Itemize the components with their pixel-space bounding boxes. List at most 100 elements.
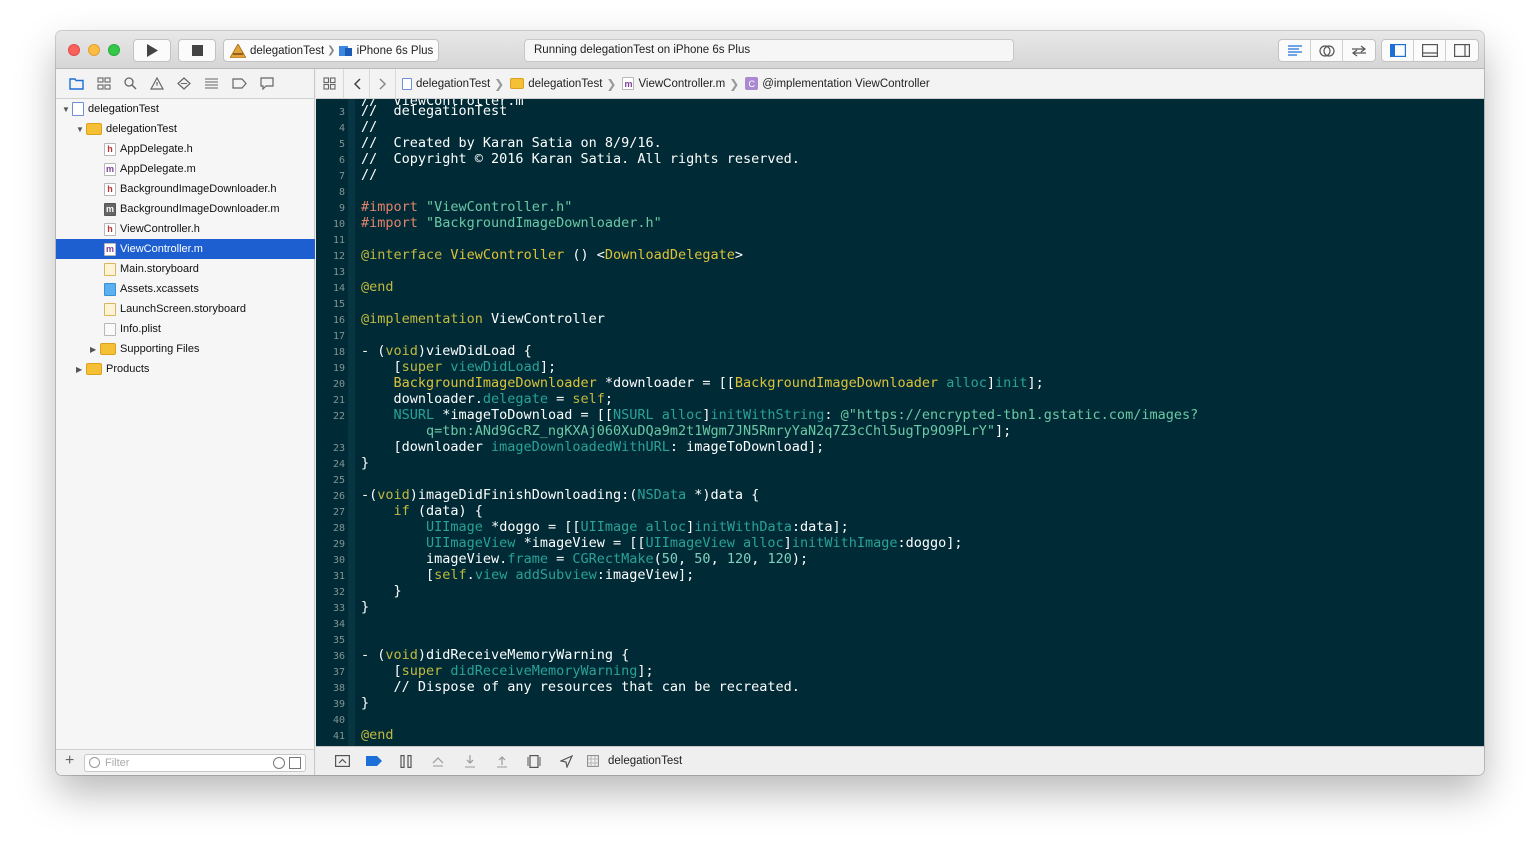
- line-number: 38: [332, 683, 345, 694]
- line-number: 39: [332, 699, 345, 710]
- step-over-icon: [432, 757, 444, 767]
- code-line: q=tbn:ANd9GcRZ_ngKXAj060XuDQa9m2t1Wgm7JN…: [361, 423, 1012, 439]
- disclosure-closed-icon[interactable]: ▶: [90, 345, 100, 354]
- version-editor-button[interactable]: [1343, 40, 1375, 61]
- class-symbol-icon: C: [745, 77, 759, 90]
- file-row[interactable]: Assets.xcassets: [56, 279, 315, 299]
- storyboard-file-icon: [104, 262, 116, 276]
- close-window-button[interactable]: [68, 44, 80, 56]
- related-items-button[interactable]: [316, 68, 344, 99]
- breadcrumb-label: delegationTest: [416, 77, 491, 90]
- code-folding-ribbon[interactable]: [348, 99, 355, 746]
- pause-button[interactable]: [390, 751, 422, 771]
- add-icon[interactable]: +: [65, 752, 74, 770]
- line-number: 18: [332, 347, 345, 358]
- assistant-editor-button[interactable]: [1311, 40, 1343, 61]
- xcode-window: delegationTest ❯ iPhone 6s Plus Running …: [56, 31, 1484, 775]
- navigator-selector-bar: [56, 69, 315, 99]
- run-button[interactable]: [133, 39, 171, 62]
- target-selector-button[interactable]: [582, 751, 604, 771]
- code-line: UIImage *doggo = [[UIImage alloc]initWit…: [426, 519, 849, 535]
- app-target-icon: [230, 43, 246, 58]
- disclosure-open-icon[interactable]: ▼: [76, 125, 86, 134]
- code-line: [super viewDidLoad];: [361, 359, 557, 375]
- line-number: 21: [332, 395, 345, 406]
- test-diamond-icon[interactable]: [177, 77, 191, 90]
- breakpoint-icon[interactable]: [232, 78, 247, 89]
- line-number: 23: [332, 443, 345, 454]
- line-number: 30: [332, 555, 345, 566]
- search-icon[interactable]: [124, 77, 137, 90]
- line-number: 8: [338, 187, 345, 198]
- symbol-navigator-icon[interactable]: [97, 77, 111, 90]
- folder-icon[interactable]: [69, 77, 84, 90]
- project-row[interactable]: ▼ delegationTest: [56, 99, 315, 119]
- code-line: [super didReceiveMemoryWarning];: [361, 663, 654, 679]
- breadcrumb-label: delegationTest: [528, 77, 603, 90]
- go-forward-button[interactable]: [370, 68, 396, 99]
- group-label: Supporting Files: [120, 343, 200, 355]
- line-number: 37: [332, 667, 345, 678]
- file-row-selected[interactable]: m ViewController.m: [56, 239, 315, 259]
- file-row[interactable]: Main.storyboard: [56, 259, 315, 279]
- line-number: 14: [332, 283, 345, 294]
- line-number: 17: [332, 331, 345, 342]
- file-row[interactable]: h ViewController.h: [56, 219, 315, 239]
- step-over-button[interactable]: [422, 751, 454, 771]
- project-navigator: ▼ delegationTest ▼ delegationTest h AppD…: [56, 99, 315, 749]
- toggle-debug-area-button[interactable]: [1414, 40, 1446, 61]
- filter-field[interactable]: Filter: [84, 754, 306, 772]
- file-row[interactable]: h AppDelegate.h: [56, 139, 315, 159]
- code-line: //: [361, 167, 378, 183]
- navigator-filter-bar: + Filter: [56, 749, 315, 775]
- toggle-utilities-button[interactable]: [1446, 40, 1478, 61]
- line-number: 9: [338, 203, 345, 214]
- disclosure-open-icon[interactable]: ▼: [62, 105, 72, 114]
- scheme-selector[interactable]: delegationTest ❯ iPhone 6s Plus: [223, 39, 439, 62]
- code-line: #import "BackgroundImageDownloader.h": [361, 215, 662, 231]
- breadcrumb-symbol[interactable]: C @implementation ViewController: [745, 77, 930, 90]
- breadcrumb-file[interactable]: m ViewController.m ❯: [622, 77, 739, 91]
- m-file-icon: m: [622, 77, 635, 90]
- file-label: AppDelegate.h: [120, 143, 193, 155]
- step-out-button[interactable]: [486, 751, 518, 771]
- file-label: LaunchScreen.storyboard: [120, 303, 246, 315]
- source-editor[interactable]: 3 4 5 6 7 8 9 10 11 12 13 14 15 16 17 18 19 20 21 22 23 24 25 2…: [316, 99, 1484, 746]
- breadcrumb-group[interactable]: delegationTest ❯: [510, 77, 616, 91]
- recent-files-icon[interactable]: [273, 757, 285, 769]
- minimize-window-button[interactable]: [88, 44, 100, 56]
- report-icon[interactable]: [260, 77, 274, 90]
- file-row[interactable]: m BackgroundImageDownloader.m: [56, 199, 315, 219]
- group-row[interactable]: ▶ Supporting Files: [56, 339, 315, 359]
- view-debugger-button[interactable]: [518, 751, 550, 771]
- debug-navigator-icon[interactable]: [204, 77, 219, 90]
- hide-debug-area-button[interactable]: [326, 751, 358, 771]
- group-row[interactable]: ▶ Products: [56, 359, 315, 379]
- file-row[interactable]: m AppDelegate.m: [56, 159, 315, 179]
- group-row[interactable]: ▼ delegationTest: [56, 119, 315, 139]
- line-number: 20: [332, 379, 345, 390]
- stop-button[interactable]: [178, 39, 216, 62]
- breakpoints-toggle-button[interactable]: [358, 751, 390, 771]
- code-line: // Copyright © 2016 Karan Satia. All rig…: [361, 151, 800, 167]
- warning-icon[interactable]: [150, 77, 164, 90]
- file-label: BackgroundImageDownloader.h: [120, 183, 277, 195]
- line-number: 24: [332, 459, 345, 470]
- go-back-button[interactable]: [344, 68, 370, 99]
- code-line: @implementation ViewController: [361, 311, 605, 327]
- toggle-navigator-button[interactable]: [1382, 40, 1414, 61]
- standard-editor-button[interactable]: [1279, 40, 1311, 61]
- file-row[interactable]: h BackgroundImageDownloader.h: [56, 179, 315, 199]
- line-number: 31: [332, 571, 345, 582]
- simulate-location-button[interactable]: [550, 751, 582, 771]
- zoom-window-button[interactable]: [108, 44, 120, 56]
- code-line: }: [361, 455, 370, 471]
- file-row[interactable]: LaunchScreen.storyboard: [56, 299, 315, 319]
- file-row[interactable]: Info.plist: [56, 319, 315, 339]
- scm-filter-icon[interactable]: [289, 757, 301, 769]
- line-number: 7: [338, 171, 345, 182]
- step-into-button[interactable]: [454, 751, 486, 771]
- breadcrumb-project[interactable]: delegationTest ❯: [402, 77, 504, 91]
- m-file-icon: m: [104, 242, 116, 256]
- disclosure-closed-icon[interactable]: ▶: [76, 365, 86, 374]
